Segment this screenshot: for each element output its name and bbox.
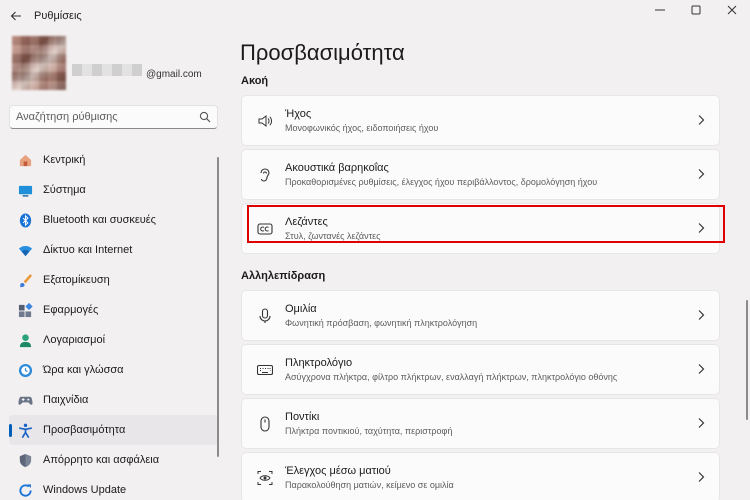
sidebar-item-time-language[interactable]: Ώρα και γλώσσα <box>9 355 218 385</box>
accessibility-icon <box>17 422 33 438</box>
maximize-icon <box>691 5 701 15</box>
close-icon <box>727 5 737 15</box>
update-icon <box>17 482 33 498</box>
user-email: @gmail.com <box>146 69 202 80</box>
minimize-icon <box>655 9 665 11</box>
section-title-hearing: Ακοή <box>241 75 269 87</box>
card-subtitle: Φωνητική πρόσβαση, φωνητική πληκτρολόγησ… <box>285 318 478 328</box>
sidebar-item-personalization[interactable]: Εξατομίκευση <box>9 265 218 295</box>
setting-card-audio[interactable]: Ήχος Μονοφωνικός ήχος, ειδοποιήσεις ήχου <box>241 95 720 146</box>
setting-card-captions[interactable]: Λεζάντες Στυλ, ζωντανές λεζάντες <box>241 203 720 254</box>
card-title: Ποντίκι <box>285 411 320 423</box>
brush-icon <box>17 272 33 288</box>
avatar <box>12 36 66 90</box>
blurred-username <box>72 64 142 76</box>
maximize-button[interactable] <box>678 0 714 20</box>
chevron-right-icon <box>697 114 705 126</box>
captions-icon <box>255 219 275 239</box>
card-subtitle: Πλήκτρα ποντικιού, ταχύτητα, περιστροφή <box>285 426 453 436</box>
setting-card-eye-control[interactable]: Έλεγχος μέσω ματιού Παρακολούθηση ματιών… <box>241 452 720 500</box>
sidebar-item-apps[interactable]: Εφαρμογές <box>9 295 218 325</box>
card-subtitle: Παρακολούθηση ματιών, κείμενο σε ομιλία <box>285 480 454 490</box>
sidebar-scrollbar[interactable] <box>217 157 219 457</box>
chevron-right-icon <box>697 363 705 375</box>
home-icon <box>17 152 33 168</box>
close-button[interactable] <box>714 0 750 20</box>
time-language-icon <box>17 362 33 378</box>
setting-card-hearing-devices[interactable]: Ακουστικά βαρηκοΐας Προκαθορισμένες ρυθμ… <box>241 149 720 200</box>
sidebar-item-privacy-security[interactable]: Απόρρητο και ασφάλεια <box>9 445 218 475</box>
card-title: Έλεγχος μέσω ματιού <box>285 465 391 477</box>
window-controls <box>642 0 750 20</box>
card-title: Ομιλία <box>285 303 317 315</box>
apps-icon <box>17 302 33 318</box>
sidebar-item-system[interactable]: Σύστημα <box>9 175 218 205</box>
sidebar-item-accounts[interactable]: Λογαριασμοί <box>9 325 218 355</box>
section-title-interaction: Αλληλεπίδραση <box>241 270 326 282</box>
setting-card-mouse[interactable]: Ποντίκι Πλήκτρα ποντικιού, ταχύτητα, περ… <box>241 398 720 449</box>
sidebar-nav: Κεντρική Σύστημα Bluetooth και συσκευές … <box>9 145 218 500</box>
sidebar-item-home[interactable]: Κεντρική <box>9 145 218 175</box>
setting-card-speech[interactable]: Ομιλία Φωνητική πρόσβαση, φωνητική πληκτ… <box>241 290 720 341</box>
page-title: Προσβασιμότητα <box>240 40 405 65</box>
mouse-icon <box>255 414 275 434</box>
card-title: Ήχος <box>285 108 312 120</box>
sidebar-item-windows-update[interactable]: Windows Update <box>9 475 218 500</box>
shield-icon <box>17 452 33 468</box>
card-title: Πληκτρολόγιο <box>285 357 353 369</box>
keyboard-icon <box>255 360 275 380</box>
card-subtitle: Μονοφωνικός ήχος, ειδοποιήσεις ήχου <box>285 123 439 133</box>
sidebar-item-accessibility[interactable]: Προσβασιμότητα <box>9 415 218 445</box>
speaker-icon <box>255 111 275 131</box>
chevron-right-icon <box>697 309 705 321</box>
account-icon <box>17 332 33 348</box>
app-title: Ρυθμίσεις <box>34 10 82 22</box>
chevron-right-icon <box>697 168 705 180</box>
chevron-right-icon <box>697 417 705 429</box>
card-title: Λεζάντες <box>285 216 328 228</box>
hearing-aid-icon <box>255 165 275 185</box>
setting-card-keyboard[interactable]: Πληκτρολόγιο Ασύγχρονα πλήκτρα, φίλτρο π… <box>241 344 720 395</box>
minimize-button[interactable] <box>642 0 678 20</box>
main-scrollbar[interactable] <box>746 300 748 420</box>
wifi-icon <box>17 242 33 258</box>
search-input[interactable]: Αναζήτηση ρύθμισης <box>16 111 199 123</box>
chevron-right-icon <box>697 471 705 483</box>
main-content: Προσβασιμότητα Ακοή Ήχος Μονοφωνικός ήχο… <box>228 32 750 500</box>
title-bar: Ρυθμίσεις <box>0 0 750 32</box>
system-icon <box>17 182 33 198</box>
eye-control-icon <box>255 468 275 488</box>
card-title: Ακουστικά βαρηκοΐας <box>285 162 389 174</box>
sidebar-item-bluetooth[interactable]: Bluetooth και συσκευές <box>9 205 218 235</box>
user-profile[interactable]: @gmail.com <box>10 36 230 96</box>
bluetooth-icon <box>17 212 33 228</box>
gaming-icon <box>17 392 33 408</box>
back-button[interactable] <box>2 2 30 30</box>
sidebar-item-network[interactable]: Δίκτυο και Internet <box>9 235 218 265</box>
card-subtitle: Ασύγχρονα πλήκτρα, φίλτρο πλήκτρων, εναλ… <box>285 372 618 382</box>
sidebar-item-gaming[interactable]: Παιχνίδια <box>9 385 218 415</box>
chevron-right-icon <box>697 222 705 234</box>
back-arrow-icon <box>10 11 21 21</box>
search-icon[interactable] <box>199 111 211 123</box>
card-subtitle: Προκαθορισμένες ρυθμίσεις, έλεγχος ήχου … <box>285 177 598 187</box>
search-box[interactable]: Αναζήτηση ρύθμισης <box>9 105 218 129</box>
sidebar: @gmail.com Αναζήτηση ρύθμισης Κεντρική Σ… <box>0 32 228 500</box>
microphone-icon <box>255 306 275 326</box>
card-subtitle: Στυλ, ζωντανές λεζάντες <box>285 231 381 241</box>
